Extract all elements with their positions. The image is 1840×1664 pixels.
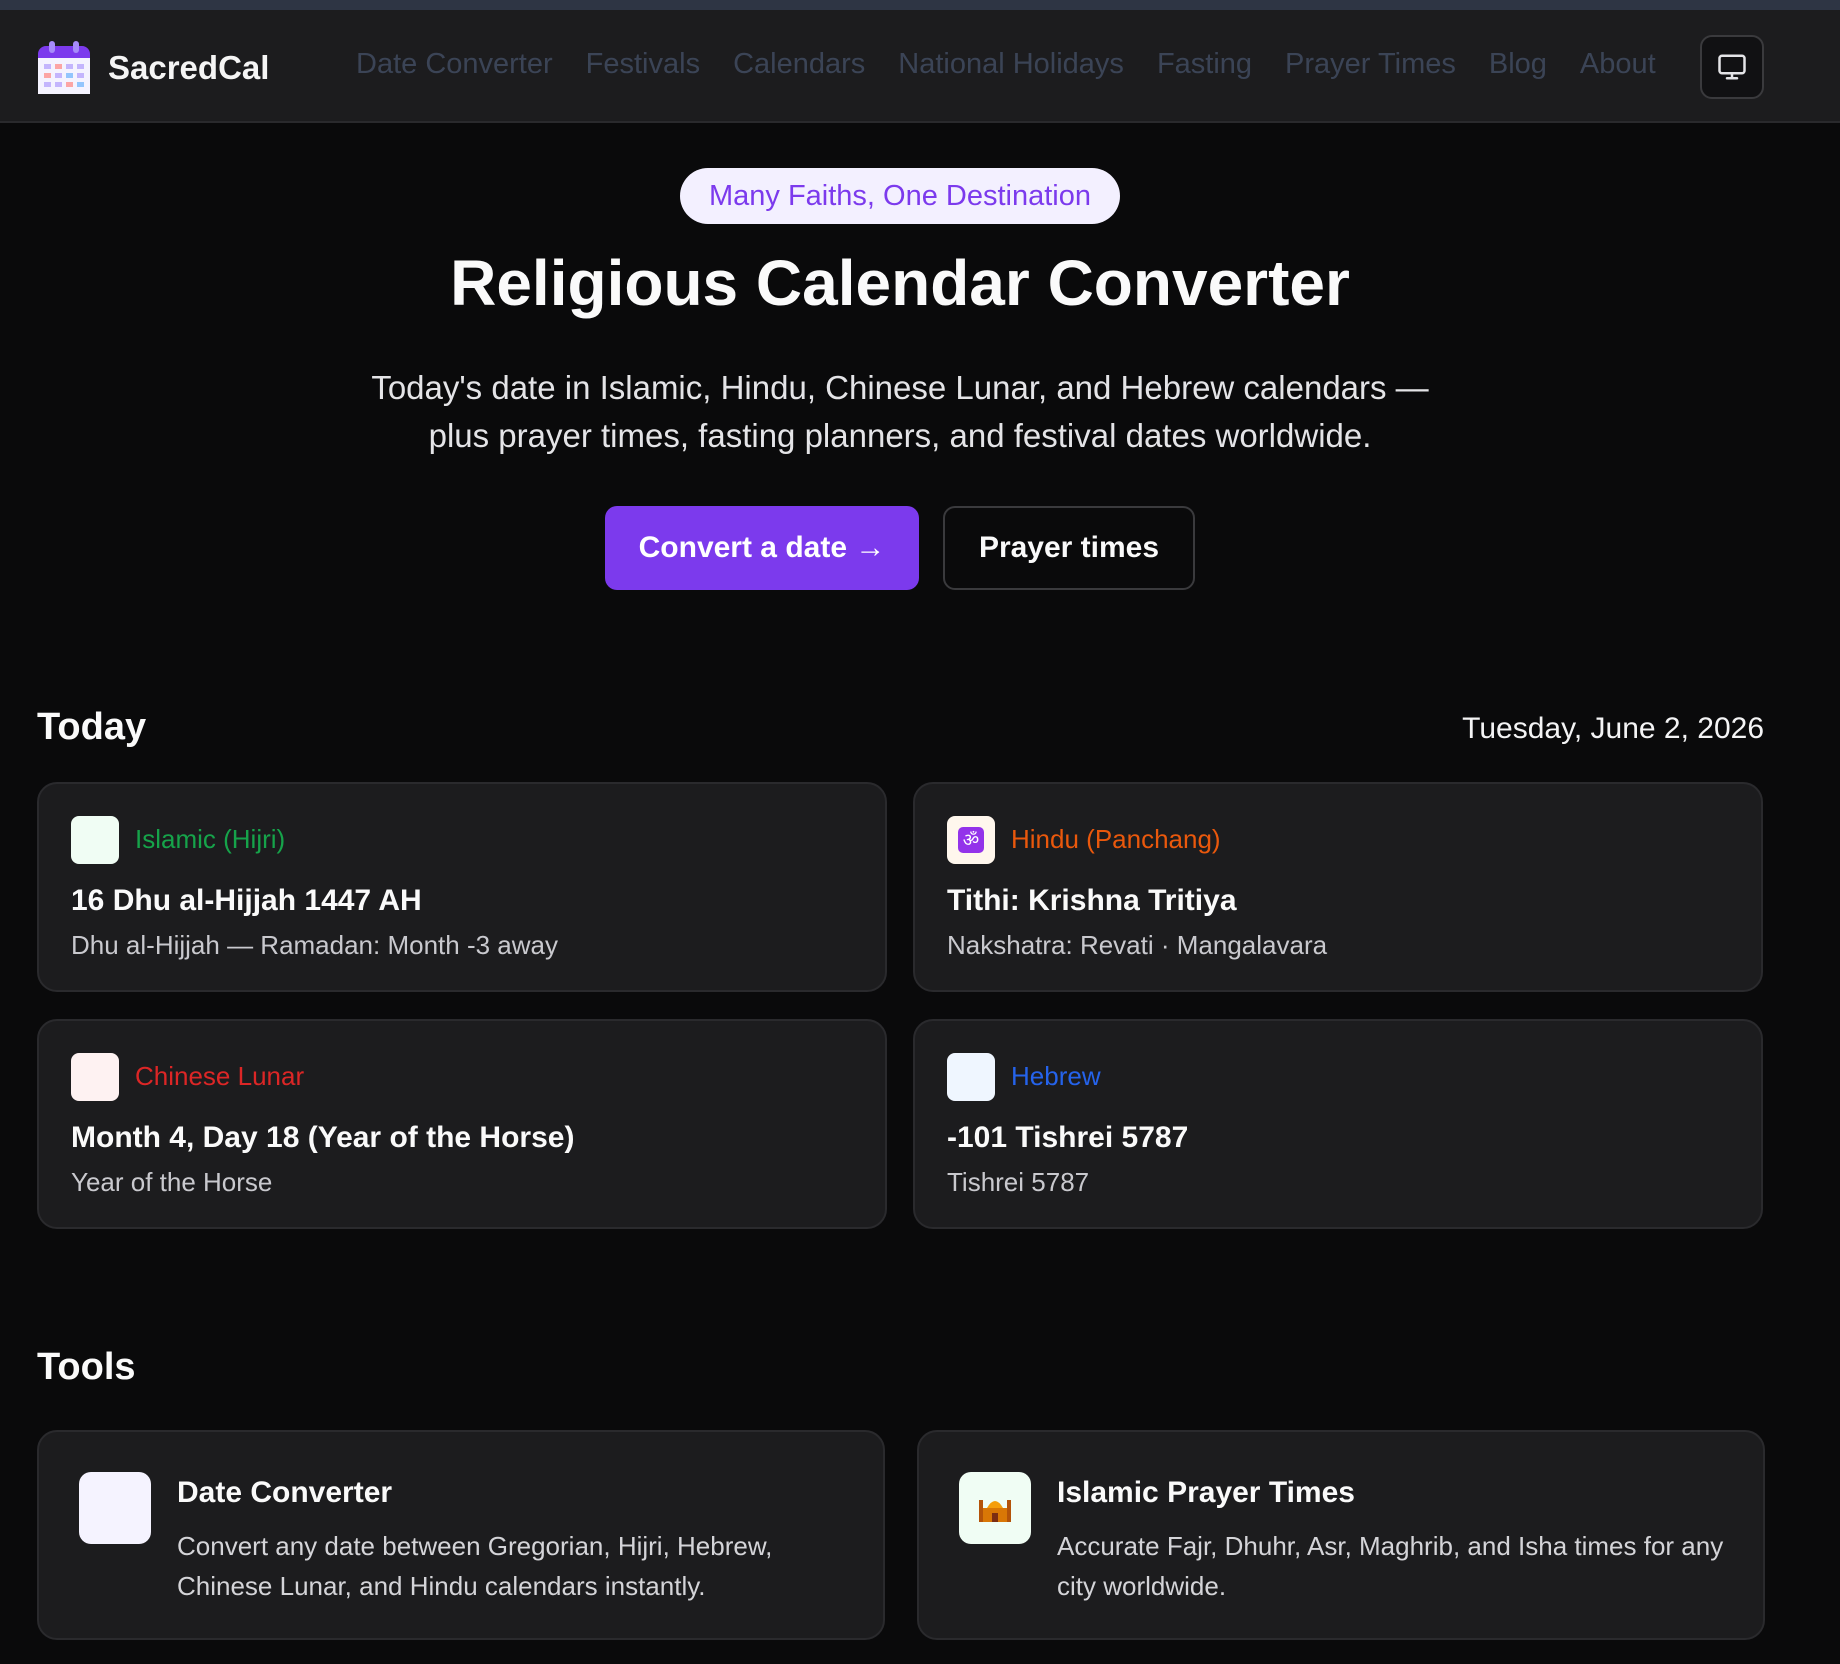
nav-fasting[interactable]: Fasting (1157, 48, 1252, 81)
tool-title: Date Converter (177, 1476, 393, 1509)
brand-link[interactable]: SacredCal (36, 40, 269, 96)
tool-card-prayer-times[interactable]: Islamic Prayer Times Accurate Fajr, Dhuh… (917, 1430, 1765, 1640)
mosque-icon (959, 1472, 1031, 1544)
calendar-detail: Year of the Horse (71, 1167, 273, 1197)
hero-subtitle: Today's date in Islamic, Hindu, Chinese … (300, 364, 1500, 460)
tool-title: Islamic Prayer Times (1057, 1476, 1355, 1509)
calendar-date: Tithi: Krishna Tritiya (947, 884, 1237, 917)
nav-date-converter[interactable]: Date Converter (356, 48, 553, 81)
tool-description: Accurate Fajr, Dhuhr, Asr, Maghrib, and … (1057, 1531, 1724, 1601)
crescent-icon (71, 816, 119, 864)
today-date: Tuesday, June 2, 2026 (1462, 712, 1764, 745)
top-strip (0, 0, 1840, 10)
tool-description: Convert any date between Gregorian, Hijr… (177, 1531, 773, 1601)
hero-badge: Many Faiths, One Destination (680, 168, 1120, 224)
hero-subtitle-line-2: plus prayer times, fasting planners, and… (428, 417, 1372, 454)
lantern-icon (71, 1053, 119, 1101)
calendar-detail: Dhu al-Hijjah — Ramadan: Month -3 away (71, 930, 558, 960)
calendar-date: 16 Dhu al-Hijjah 1447 AH (71, 884, 422, 917)
om-icon: ॐ (947, 816, 995, 864)
nav-festivals[interactable]: Festivals (586, 48, 700, 81)
nav-national-holidays[interactable]: National Holidays (898, 48, 1124, 81)
monitor-icon (1718, 54, 1746, 80)
prayer-times-button[interactable]: Prayer times (943, 506, 1195, 590)
calendar-card-islamic[interactable]: Islamic (Hijri) 16 Dhu al-Hijjah 1447 AH… (37, 782, 887, 992)
calendar-name: Chinese Lunar (135, 1061, 305, 1091)
hero-subtitle-line-1: Today's date in Islamic, Hindu, Chinese … (371, 369, 1429, 406)
page-title: Religious Calendar Converter (450, 247, 1350, 319)
calendar-card-chinese[interactable]: Chinese Lunar Month 4, Day 18 (Year of t… (37, 1019, 887, 1229)
calendar-card-hebrew[interactable]: Hebrew -101 Tishrei 5787 Tishrei 5787 (913, 1019, 1763, 1229)
today-heading: Today (37, 706, 147, 748)
calendar-detail: Tishrei 5787 (947, 1167, 1090, 1197)
convert-date-button[interactable]: Convert a date → (605, 506, 919, 590)
nav-prayer-times[interactable]: Prayer Times (1285, 48, 1456, 81)
tools-heading: Tools (37, 1346, 136, 1388)
calendar-name: Islamic (Hijri) (135, 824, 286, 854)
tool-card-date-converter[interactable]: Date Converter Convert any date between … (37, 1430, 885, 1640)
calendar-name: Hebrew (1011, 1061, 1101, 1091)
site-header: SacredCal Date Converter Festivals Calen… (0, 10, 1840, 123)
nav-about[interactable]: About (1580, 48, 1656, 81)
main-nav: Date Converter Festivals Calendars Natio… (356, 48, 1656, 81)
calendar-name: Hindu (Panchang) (1011, 824, 1221, 854)
calendar-icon (36, 40, 92, 96)
star-of-david-icon (947, 1053, 995, 1101)
nav-calendars[interactable]: Calendars (733, 48, 865, 81)
calendar-card-hindu[interactable]: ॐ Hindu (Panchang) Tithi: Krishna Tritiy… (913, 782, 1763, 992)
om-glyph: ॐ (958, 827, 984, 853)
calendar-date: Month 4, Day 18 (Year of the Horse) (71, 1121, 575, 1154)
calendar-date: -101 Tishrei 5787 (947, 1121, 1189, 1154)
theme-toggle-button[interactable] (1700, 35, 1764, 99)
brand-name: SacredCal (108, 49, 270, 86)
calendar-detail: Nakshatra: Revati · Mangalavara (947, 930, 1328, 960)
date-converter-icon (79, 1472, 151, 1544)
nav-blog[interactable]: Blog (1489, 48, 1547, 81)
